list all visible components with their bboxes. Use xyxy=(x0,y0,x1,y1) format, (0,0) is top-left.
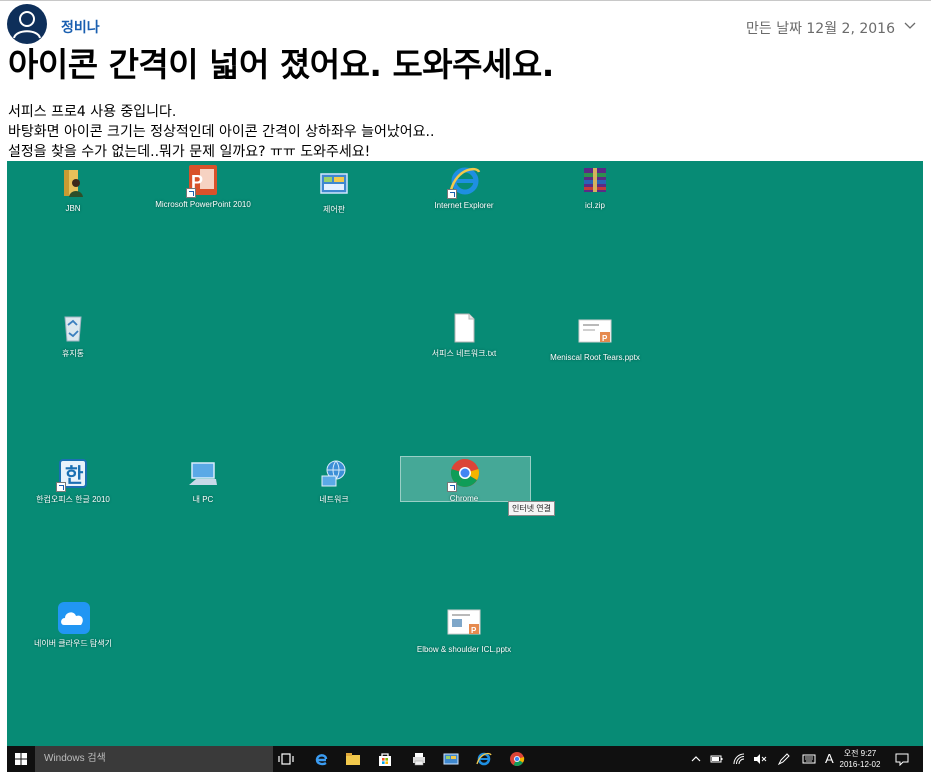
wifi-icon[interactable] xyxy=(732,752,746,766)
top-divider xyxy=(0,0,931,1)
pptx-file-icon: P xyxy=(578,316,612,350)
desktop-icon-elbow-shoulder[interactable]: P Elbow & shoulder ICL.pptx xyxy=(399,608,529,654)
post-body-line: 설정을 찾을 수가 없는데..뭐가 문제 일까요? ㅠㅠ 도와주세요! xyxy=(8,144,371,160)
desktop-icon-recycle-bin[interactable]: 휴지통 xyxy=(8,311,138,359)
chrome-icon xyxy=(447,457,481,492)
control-panel-taskbar-icon[interactable] xyxy=(443,751,459,767)
desktop-screenshot: JBN P Microsoft PowerPoint 2010 제어판 Inte… xyxy=(7,161,923,746)
icon-label: icl.zip xyxy=(584,201,605,210)
icon-label: Meniscal Root Tears.pptx xyxy=(550,353,640,362)
desktop-icon-jbn[interactable]: JBN xyxy=(8,167,138,213)
windows-start-icon[interactable] xyxy=(15,753,27,765)
icon-label: Microsoft PowerPoint 2010 xyxy=(155,200,251,209)
chevron-down-icon[interactable] xyxy=(903,19,917,33)
icon-label: Elbow & shoulder ICL.pptx xyxy=(416,645,512,654)
desktop-icon-this-pc[interactable]: 내 PC xyxy=(138,457,268,505)
edge-browser-icon[interactable] xyxy=(313,751,329,767)
icon-label: 내 PC xyxy=(192,495,214,504)
desktop-icon-hancom-hangul[interactable]: 한 한컴오피스 한글 2010 xyxy=(8,457,138,505)
desktop-icon-meniscal-root-tears[interactable]: P Meniscal Root Tears.pptx xyxy=(530,316,660,362)
author-name[interactable]: 정비나 xyxy=(61,17,100,37)
pen-workspace-icon[interactable] xyxy=(777,752,791,766)
internet-explorer-taskbar-icon[interactable] xyxy=(476,751,492,767)
windows-taskbar: Windows 검색 A 오전 9:27 2016-12-02 xyxy=(7,746,923,772)
internet-explorer-icon xyxy=(447,164,481,199)
desktop-icon-control-panel[interactable]: 제어판 xyxy=(269,167,399,215)
taskbar-clock[interactable]: 오전 9:27 2016-12-02 xyxy=(835,748,885,770)
naver-cloud-icon xyxy=(56,601,90,635)
desktop-icon-icl-zip[interactable]: icl.zip xyxy=(530,164,660,210)
desktop-icon-network[interactable]: 네트워크 xyxy=(269,457,399,505)
battery-icon[interactable] xyxy=(710,752,724,766)
post-date: 만든 날짜 12월 2, 2016 xyxy=(745,21,895,37)
desktop-icon-internet-explorer[interactable]: Internet Explorer xyxy=(399,164,529,210)
user-folder-icon xyxy=(56,167,90,201)
network-icon xyxy=(317,457,351,491)
post-title: 아이콘 간격이 넓어 졌어요. 도와주세요. xyxy=(8,45,554,84)
action-center-icon[interactable] xyxy=(895,752,909,766)
touch-keyboard-icon[interactable] xyxy=(802,752,816,766)
show-hidden-icons-chevron-up-icon[interactable] xyxy=(689,752,703,766)
task-view-icon[interactable] xyxy=(278,751,294,767)
icon-label: 한컴오피스 한글 2010 xyxy=(36,495,110,504)
icon-label: 네이버 클라우드 탐색기 xyxy=(33,639,113,648)
tooltip: 인터넷 연결 xyxy=(508,501,556,516)
input-method-indicator[interactable]: A xyxy=(825,751,834,766)
icon-label: JBN xyxy=(65,204,81,213)
printer-app-icon[interactable] xyxy=(411,751,427,767)
icon-label: 휴지통 xyxy=(61,349,85,358)
this-pc-icon xyxy=(186,457,220,491)
post-body-line: 서피스 프로4 사용 중입니다. xyxy=(8,104,177,120)
post-body: 서피스 프로4 사용 중입니다. 바탕화면 아이콘 크기는 정상적인데 아이콘 … xyxy=(8,102,434,162)
speaker-muted-icon[interactable] xyxy=(753,752,767,766)
icon-label: Internet Explorer xyxy=(434,201,494,210)
svg-text:P: P xyxy=(602,334,608,343)
powerpoint-icon: P xyxy=(186,163,220,198)
icon-label: 서피스 네트워크.txt xyxy=(431,349,497,358)
pptx-file-icon: P xyxy=(447,608,481,642)
desktop-icon-surface-network-txt[interactable]: 서피스 네트워크.txt xyxy=(399,311,529,359)
post-body-line: 바탕화면 아이콘 크기는 정상적인데 아이콘 간격이 상하좌우 늘어났어요.. xyxy=(8,124,435,140)
taskbar-search-box[interactable]: Windows 검색 xyxy=(35,746,273,772)
desktop-icon-chrome[interactable]: Chrome xyxy=(399,457,529,503)
icon-label: 네트워크 xyxy=(319,495,349,504)
clock-time: 오전 9:27 xyxy=(843,749,877,758)
svg-text:한: 한 xyxy=(65,464,84,487)
file-explorer-icon[interactable] xyxy=(345,751,361,767)
chrome-taskbar-icon[interactable] xyxy=(509,751,525,767)
desktop-icon-naver-cloud[interactable]: 네이버 클라우드 탐색기 xyxy=(8,601,138,649)
svg-text:P: P xyxy=(471,626,477,635)
recycle-bin-icon xyxy=(56,311,90,345)
control-panel-icon xyxy=(317,167,351,201)
text-file-icon xyxy=(447,311,481,345)
winrar-archive-icon xyxy=(578,164,612,198)
store-icon[interactable] xyxy=(377,751,393,767)
clock-date: 2016-12-02 xyxy=(839,760,881,769)
hwp-icon: 한 xyxy=(56,457,90,492)
desktop-icon-powerpoint[interactable]: P Microsoft PowerPoint 2010 xyxy=(138,163,268,209)
icon-label: 제어판 xyxy=(322,205,346,214)
